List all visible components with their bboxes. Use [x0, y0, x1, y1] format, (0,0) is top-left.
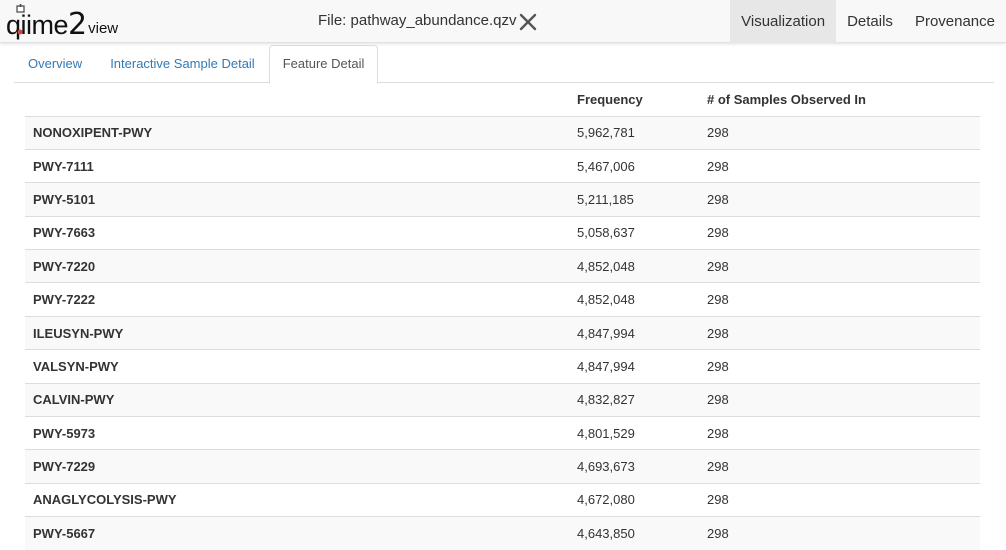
samples-observed-cell: 298 [699, 516, 980, 550]
table-row: PWY-5973 4,801,529 298 [25, 416, 980, 450]
frequency-cell: 5,211,185 [569, 182, 699, 217]
table-row: PWY-7222 4,852,048 298 [25, 282, 980, 317]
table-body: NONOXIPENT-PWY 5,962,781 298 PWY-7111 5,467,… [25, 115, 980, 550]
table-row: PWY-5667 4,643,850 298 [25, 516, 980, 550]
frequency-cell: 4,672,080 [569, 482, 699, 517]
feature-name-cell: NONOXIPENT-PWY [25, 115, 569, 150]
frequency-cell: 5,962,781 [569, 115, 699, 150]
feature-name-cell: VALSYN-PWY [25, 349, 569, 384]
feature-name-cell: ILEUSYN-PWY [25, 315, 569, 350]
frequency-cell: 4,693,673 [569, 449, 699, 484]
samples-observed-cell: 298 [699, 315, 980, 350]
samples-observed-cell: 298 [699, 482, 980, 517]
table-row: ANAGLYCOLYSIS-PWY 4,672,080 298 [25, 482, 980, 517]
table-header-row: Frequency # of Samples Observed In [25, 83, 980, 117]
feature-name-cell: PWY-7111 [25, 148, 569, 183]
tab-provenance[interactable]: Provenance [904, 0, 1006, 43]
brand-view: view [88, 20, 119, 37]
feature-detail-table: Frequency # of Samples Observed In NONOX… [25, 83, 980, 550]
feature-name-cell: PWY-7663 [25, 215, 569, 250]
table-row: PWY-7229 4,693,673 298 [25, 449, 980, 484]
table-row: NONOXIPENT-PWY 5,962,781 298 [25, 115, 980, 150]
feature-name-cell: PWY-7229 [25, 449, 569, 484]
view-tabs: Visualization Details Provenance [730, 0, 1006, 43]
frequency-cell: 4,801,529 [569, 416, 699, 450]
table-row: ILEUSYN-PWY 4,847,994 298 [25, 315, 980, 350]
frequency-cell: 4,852,048 [569, 282, 699, 317]
feature-name-cell: PWY-7220 [25, 249, 569, 283]
frequency-cell: 4,847,994 [569, 349, 699, 384]
qiime2view-logo[interactable]: qiime 2 view [6, 4, 118, 40]
file-title: File: pathway_abundance.qzv [318, 12, 517, 29]
frequency-cell: 4,847,994 [569, 315, 699, 350]
samples-observed-cell: 298 [699, 349, 980, 384]
feature-name-cell: ANAGLYCOLYSIS-PWY [25, 482, 569, 517]
table-row: PWY-7220 4,852,048 298 [25, 249, 980, 283]
table-row: CALVIN-PWY 4,832,827 298 [25, 382, 980, 417]
subtab-interactive-sample-detail[interactable]: Interactive Sample Detail [96, 45, 269, 83]
samples-observed-cell: 298 [699, 249, 980, 283]
tab-details[interactable]: Details [836, 0, 904, 43]
frequency-cell: 5,058,637 [569, 215, 699, 250]
samples-observed-cell: 298 [699, 449, 980, 484]
column-header-feature[interactable] [25, 83, 569, 117]
feature-name-cell: CALVIN-PWY [25, 382, 569, 417]
column-header-samples-observed[interactable]: # of Samples Observed In [699, 83, 980, 117]
feature-name-cell: PWY-5101 [25, 182, 569, 217]
samples-observed-cell: 298 [699, 382, 980, 417]
frequency-cell: 5,467,006 [569, 148, 699, 183]
table-row: VALSYN-PWY 4,847,994 298 [25, 349, 980, 384]
table-row: PWY-5101 5,211,185 298 [25, 182, 980, 217]
subtab-feature-detail[interactable]: Feature Detail [268, 45, 379, 84]
samples-observed-cell: 298 [699, 282, 980, 317]
visualization-subtabs: Overview Interactive Sample Detail Featu… [14, 45, 994, 84]
feature-name-cell: PWY-7222 [25, 282, 569, 317]
samples-observed-cell: 298 [699, 182, 980, 217]
frequency-cell: 4,832,827 [569, 382, 699, 417]
frequency-cell: 4,852,048 [569, 249, 699, 283]
samples-observed-cell: 298 [699, 148, 980, 183]
samples-observed-cell: 298 [699, 215, 980, 250]
tab-visualization[interactable]: Visualization [730, 0, 837, 43]
table-row: PWY-7663 5,058,637 298 [25, 215, 980, 250]
column-header-frequency[interactable]: Frequency [569, 83, 699, 117]
top-navbar: qiime 2 view File: pathway_abundance.qzv… [0, 0, 1006, 43]
close-icon[interactable] [518, 12, 538, 32]
feature-name-cell: PWY-5667 [25, 516, 569, 550]
subtab-overview[interactable]: Overview [14, 45, 96, 83]
feature-name-cell: PWY-5973 [25, 416, 569, 450]
frequency-cell: 4,643,850 [569, 516, 699, 550]
samples-observed-cell: 298 [699, 115, 980, 150]
feature-detail-table-container: Frequency # of Samples Observed In NONOX… [25, 83, 980, 550]
test-tube-icon [16, 4, 25, 35]
brand-two: 2 [68, 7, 88, 42]
table-row: PWY-7111 5,467,006 298 [25, 148, 980, 183]
samples-observed-cell: 298 [699, 416, 980, 450]
